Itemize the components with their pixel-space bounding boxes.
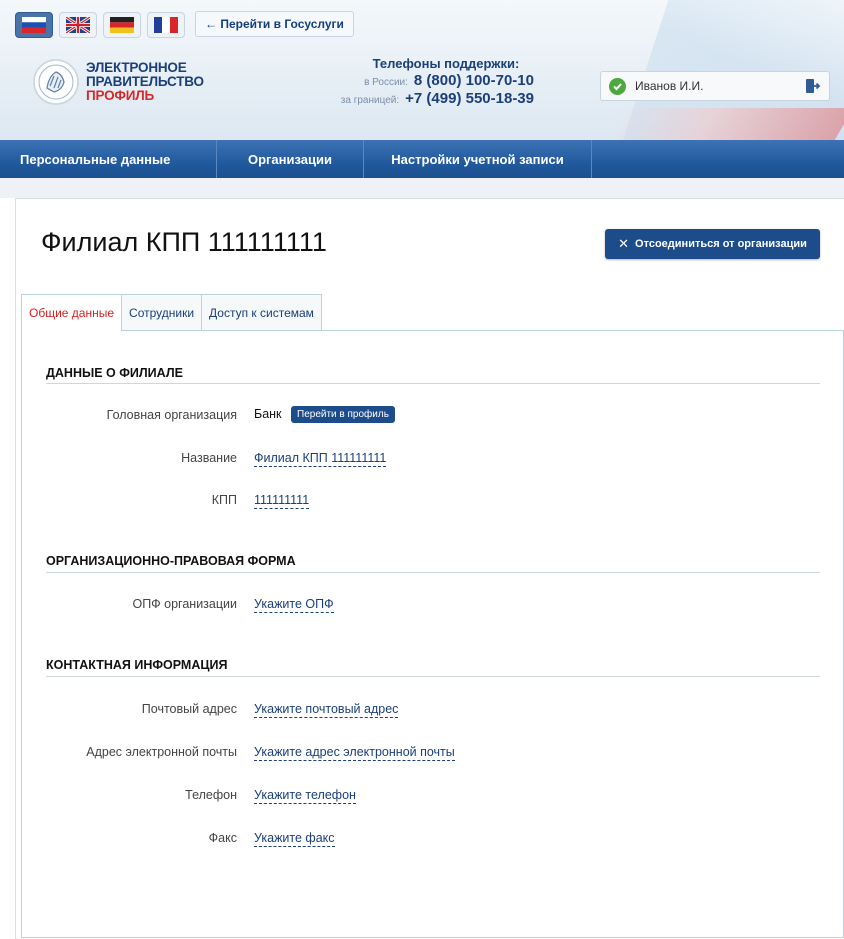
- abroad-label: за границей:: [340, 95, 400, 106]
- gosuslugi-link-label: ← Перейти в Госуслуги: [205, 17, 344, 31]
- nav-organizations[interactable]: Организации: [217, 140, 364, 178]
- legal-form-section-title: ОРГАНИЗАЦИОННО-ПРАВОВАЯ ФОРМА: [46, 554, 296, 568]
- russia-phone: 8 (800) 100-70-10: [413, 72, 534, 89]
- page-title: Филиал КПП 111111111: [41, 227, 327, 257]
- postal-label: Почтовый адрес: [141, 702, 237, 716]
- opf-label: ОПФ организации: [132, 597, 237, 611]
- fr-flag-icon[interactable]: [147, 12, 185, 38]
- email-value-link[interactable]: Укажите адрес электронной почты: [254, 745, 455, 761]
- kpp-value-link[interactable]: 111111111: [254, 493, 310, 509]
- name-label: Название: [181, 451, 237, 465]
- support-title: Телефоны поддержки:: [372, 56, 520, 71]
- nav-account-settings-label: Настройки учетной записи: [391, 151, 564, 167]
- logout-icon[interactable]: [803, 77, 821, 95]
- en-flag-icon[interactable]: [59, 12, 97, 38]
- tab-general[interactable]: Общие данные: [21, 294, 123, 331]
- nav-personal-data[interactable]: Персональные данные: [0, 140, 217, 178]
- divider: [46, 383, 820, 384]
- nav-personal-data-label: Персональные данные: [20, 151, 171, 167]
- ru-flag-icon[interactable]: [15, 12, 53, 38]
- tab-panel-general: ДАННЫЕ О ФИЛИАЛЕ Головная организация Ба…: [21, 330, 844, 938]
- nav-spacer: [0, 178, 844, 198]
- logo-line2: ПРАВИТЕЛЬСТВО: [86, 74, 204, 89]
- disconnect-button-label: Отсоединиться от организации: [635, 238, 807, 250]
- support-phones: Телефоны поддержки: в России: 8 (800) 10…: [328, 56, 534, 107]
- user-name[interactable]: Иванов И.И.: [635, 79, 803, 93]
- divider: [46, 572, 820, 573]
- emblem-icon: [33, 59, 79, 105]
- phone-label: Телефон: [185, 788, 237, 802]
- head-org-value: Банк: [254, 407, 282, 421]
- site-header: ← Перейти в Госуслуги ЭЛЕКТРОННОЕ ПРАВИТ…: [0, 0, 844, 140]
- logo-line3: ПРОФИЛЬ: [86, 88, 155, 103]
- tab-employees-label: Сотрудники: [129, 305, 195, 320]
- divider: [46, 676, 820, 677]
- content-card: Филиал КПП 111111111 ✕ Отсоединиться от …: [15, 198, 844, 939]
- user-box[interactable]: Иванов И.И.: [600, 71, 830, 101]
- close-icon: ✕: [618, 236, 630, 251]
- nav-account-settings[interactable]: Настройки учетной записи: [364, 140, 592, 178]
- opf-value-link[interactable]: Укажите ОПФ: [254, 597, 334, 613]
- fax-value-link[interactable]: Укажите факс: [254, 831, 335, 847]
- tab-general-label: Общие данные: [29, 306, 115, 320]
- name-value-link[interactable]: Филиал КПП 111111111: [254, 451, 387, 467]
- tab-employees[interactable]: Сотрудники: [121, 294, 203, 330]
- go-to-profile-button[interactable]: Перейти в профиль: [291, 406, 395, 423]
- main-nav: Персональные данные Организации Настройк…: [0, 140, 844, 178]
- postal-value-link[interactable]: Укажите почтовый адрес: [254, 702, 399, 718]
- de-flag-icon[interactable]: [103, 12, 141, 38]
- abroad-phone: +7 (499) 550-18-39: [405, 90, 534, 107]
- disconnect-button[interactable]: ✕ Отсоединиться от организации: [605, 229, 820, 259]
- logo[interactable]: ЭЛЕКТРОННОЕ ПРАВИТЕЛЬСТВО ПРОФИЛЬ: [32, 58, 204, 106]
- fax-label: Факс: [208, 831, 237, 845]
- logo-text: ЭЛЕКТРОННОЕ ПРАВИТЕЛЬСТВО ПРОФИЛЬ: [86, 61, 204, 103]
- contacts-section-title: КОНТАКТНАЯ ИНФОРМАЦИЯ: [46, 658, 228, 672]
- logo-line1: ЭЛЕКТРОННОЕ: [86, 60, 187, 75]
- tab-system-access-label: Доступ к системам: [209, 305, 314, 320]
- head-org-label: Головная организация: [106, 408, 237, 422]
- tab-system-access[interactable]: Доступ к системам: [201, 294, 322, 330]
- kpp-label: КПП: [211, 493, 237, 507]
- branch-section-title: ДАННЫЕ О ФИЛИАЛЕ: [46, 366, 183, 380]
- language-bar: [15, 12, 185, 38]
- head-org-value-row: Банк Перейти в профиль: [254, 406, 395, 423]
- gosuslugi-link[interactable]: ← Перейти в Госуслуги: [195, 11, 354, 37]
- nav-organizations-label: Организации: [247, 151, 333, 167]
- check-icon: [609, 77, 626, 95]
- russia-label: в России:: [364, 77, 408, 88]
- phone-value-link[interactable]: Укажите телефон: [254, 788, 356, 804]
- email-label: Адрес электронной почты: [86, 745, 237, 759]
- tab-bar: Общие данные Сотрудники Доступ к система…: [21, 294, 322, 331]
